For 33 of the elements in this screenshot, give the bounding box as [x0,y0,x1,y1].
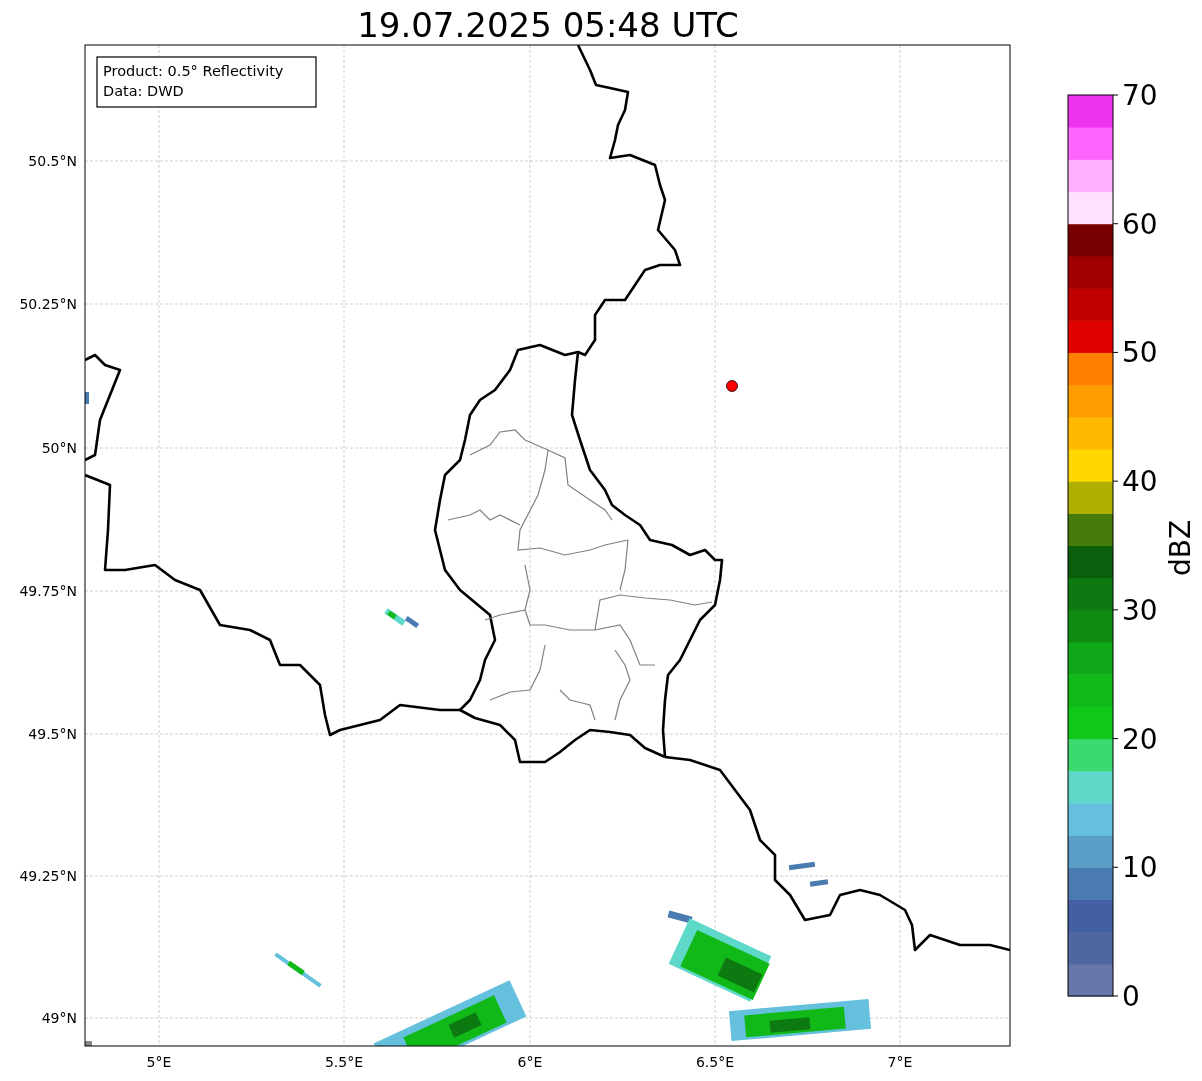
colorbar-label: dBZ [1164,519,1197,577]
chart-title: 19.07.2025 05:48 UTC [357,5,739,45]
colorbar-tick-label: 50 [1122,336,1158,370]
tick-mark [1112,351,1119,353]
tick-mark [1112,94,1119,96]
colorbar-tick-label: 30 [1122,593,1158,627]
colorbar-tick-label: 0 [1122,980,1140,1013]
latitude-label: 50°N [41,440,77,456]
tick-mark [1112,738,1119,740]
radar-site-marker [726,380,738,392]
colorbar-tick-label: 20 [1122,722,1158,756]
longitude-label: 7°E [887,1054,913,1070]
latitude-label: 50.25°N [19,296,77,312]
longitude-label: 6°E [517,1054,543,1070]
latitude-label: 49.25°N [19,868,77,884]
colorbar-tick-label: 60 [1122,207,1158,241]
latitude-label: 49.75°N [19,583,77,599]
latitude-label: 49°N [41,1010,77,1026]
tick-mark [1112,866,1119,868]
info-text: Product: 0.5° Reflectivity [103,63,284,79]
latitude-label: 50.5°N [28,153,77,169]
longitude-label: 5.5°E [324,1054,364,1070]
colorbar-tick-label: 70 [1122,79,1158,112]
latitude-label: 49.5°N [28,726,77,742]
tick-mark [1112,609,1119,611]
colorbar-tick-label: 10 [1122,851,1158,885]
colorbar-tick-label: 40 [1122,465,1158,499]
info-text: Data: DWD [103,83,184,99]
longitude-label: 6.5°E [695,1054,735,1070]
tick-mark [1112,223,1119,225]
tick-mark [1112,480,1119,482]
longitude-label: 5°E [146,1054,172,1070]
tick-mark [1112,995,1119,997]
